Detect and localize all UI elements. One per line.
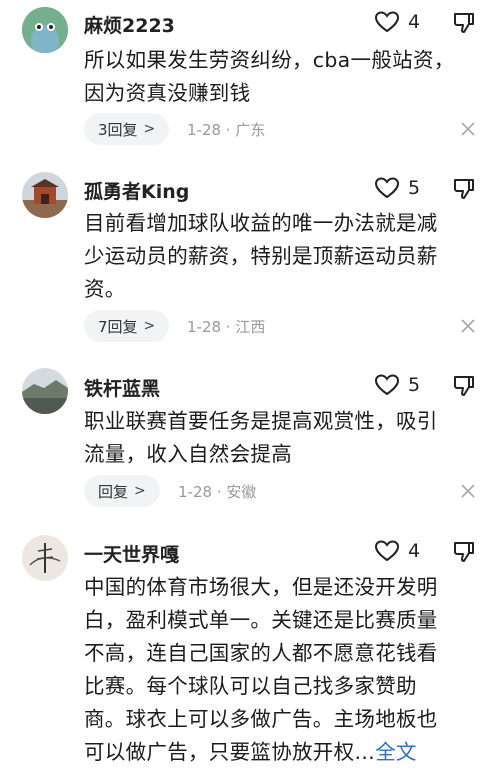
like-button[interactable]: 4 bbox=[374, 10, 420, 34]
heart-outline-icon bbox=[374, 11, 400, 33]
avatar[interactable] bbox=[22, 368, 68, 414]
reply-label: 7回复 bbox=[98, 317, 138, 336]
like-count: 4 bbox=[408, 540, 421, 562]
like-button[interactable]: 5 bbox=[374, 373, 420, 397]
comment-meta: 1-28 · 广东 bbox=[187, 121, 266, 139]
thumbs-down-icon[interactable] bbox=[452, 11, 476, 35]
username[interactable]: 铁杆蓝黑 bbox=[84, 374, 160, 401]
avatar[interactable] bbox=[22, 172, 68, 218]
reply-label: 3回复 bbox=[98, 120, 138, 139]
close-icon[interactable] bbox=[461, 484, 475, 498]
close-icon[interactable] bbox=[461, 122, 475, 136]
thumbs-down-icon[interactable] bbox=[452, 374, 476, 398]
reply-button[interactable]: 7回复 > bbox=[84, 310, 170, 342]
chevron-right-icon: > bbox=[143, 121, 156, 137]
reply-button[interactable]: 回复 > bbox=[84, 475, 160, 507]
heart-outline-icon bbox=[374, 540, 400, 562]
username[interactable]: 孤勇者King bbox=[84, 177, 189, 204]
comment-line: 目前看增加球队收益的唯一办法就是减 bbox=[84, 211, 438, 235]
comment-line: 白，盈利模式单一。关键还是比赛质量 bbox=[84, 608, 438, 632]
comment-line: 可以做广告，只要篮协放开权… bbox=[84, 740, 376, 764]
like-button[interactable]: 4 bbox=[374, 539, 420, 563]
thumbs-down-icon[interactable] bbox=[452, 540, 476, 564]
close-icon[interactable] bbox=[461, 319, 475, 333]
comment-text: 目前看增加球队收益的唯一办法就是减 少运动员的薪资，特别是顶薪运动员薪 资。 bbox=[84, 207, 479, 306]
comment-line-with-more: 可以做广告，只要篮协放开权…全文 bbox=[84, 736, 479, 769]
chevron-right-icon: > bbox=[143, 318, 156, 334]
comment-line: 中国的体育市场很大，但是还没开发明 bbox=[84, 575, 438, 599]
comment-line: 资。 bbox=[84, 277, 126, 301]
comment-line: 所以如果发生劳资纠纷，cba一般站资， bbox=[84, 48, 455, 72]
thumbs-down-icon[interactable] bbox=[452, 177, 476, 201]
comment-text: 职业联赛首要任务是提高观赏性，吸引 流量，收入自然会提高 bbox=[84, 405, 479, 471]
like-count: 4 bbox=[408, 11, 421, 33]
reply-button[interactable]: 3回复 > bbox=[84, 113, 170, 145]
comment-line: 少运动员的薪资，特别是顶薪运动员薪 bbox=[84, 244, 438, 268]
reply-label: 回复 bbox=[98, 482, 129, 501]
comment-text: 所以如果发生劳资纠纷，cba一般站资， 因为资真没赚到钱 bbox=[84, 44, 479, 110]
comment-line: 流量，收入自然会提高 bbox=[84, 442, 292, 466]
comment-line: 因为资真没赚到钱 bbox=[84, 81, 251, 105]
like-button[interactable]: 5 bbox=[374, 176, 420, 200]
comment-line: 比赛。每个球队可以自己找多家赞助 bbox=[84, 674, 417, 698]
comment-meta: 1-28 · 安徽 bbox=[178, 483, 257, 501]
comment-line: 不高，连自己国家的人都不愿意花钱看 bbox=[84, 641, 438, 665]
full-text-link[interactable]: 全文 bbox=[375, 740, 417, 764]
avatar[interactable] bbox=[22, 7, 68, 53]
like-count: 5 bbox=[408, 374, 421, 396]
comment-line: 商。球衣上可以多做广告。主场地板也 bbox=[84, 707, 438, 731]
username[interactable]: 一天世界嘎 bbox=[84, 540, 179, 567]
heart-outline-icon bbox=[374, 374, 400, 396]
chevron-right-icon: > bbox=[134, 483, 146, 499]
comment-meta: 1-28 · 江西 bbox=[187, 318, 266, 336]
comment-text: 中国的体育市场很大，但是还没开发明 白，盈利模式单一。关键还是比赛质量 不高，连… bbox=[84, 571, 479, 769]
avatar[interactable] bbox=[22, 535, 68, 581]
heart-outline-icon bbox=[374, 177, 400, 199]
comment-line: 职业联赛首要任务是提高观赏性，吸引 bbox=[84, 409, 438, 433]
username[interactable]: 麻烦2223 bbox=[84, 11, 175, 38]
like-count: 5 bbox=[408, 177, 421, 199]
